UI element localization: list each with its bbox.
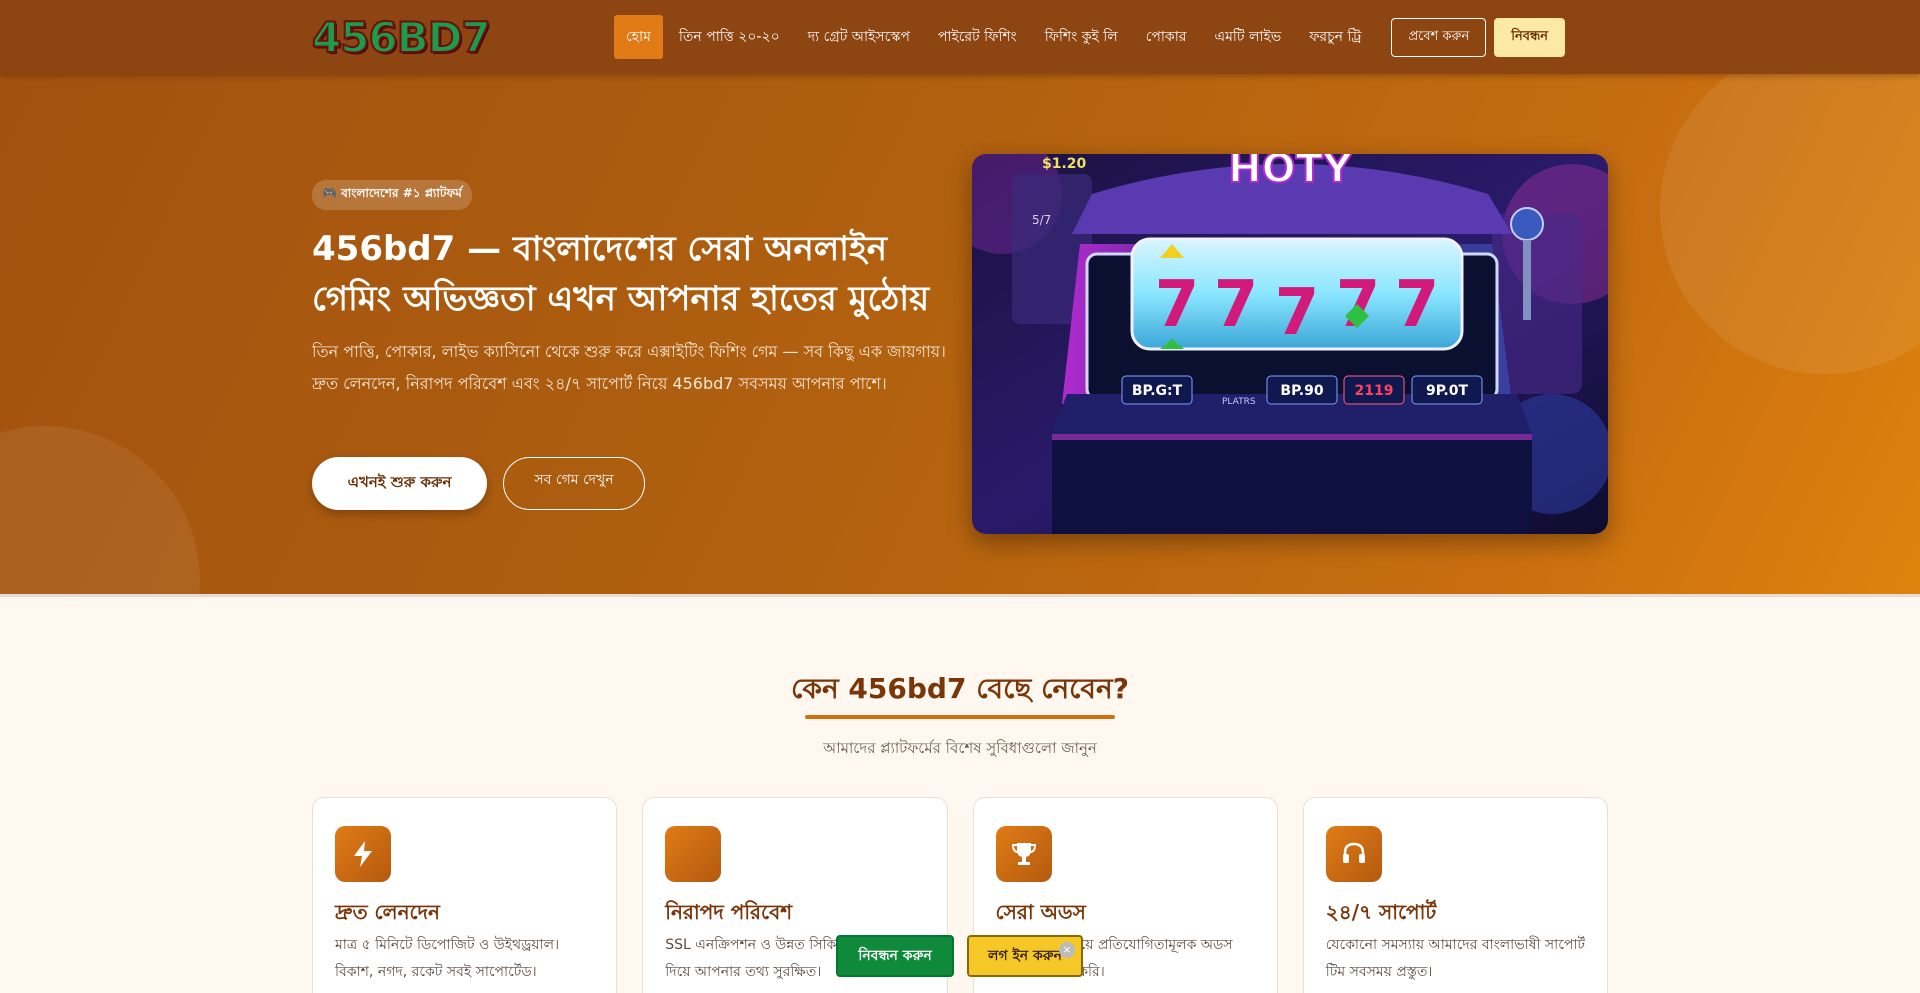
svg-text:7: 7 — [1214, 268, 1259, 342]
platform-badge: 🎮 বাংলাদেশের #১ প্ল্যাটফর্ম — [312, 180, 472, 210]
feature-cards: দ্রুত লেনদেন মাত্র ৫ মিনিটে ডিপোজিট ও উই… — [312, 797, 1608, 993]
lightning-icon — [335, 826, 391, 882]
top-navbar: 456BD7 হোম তিন পাত্তি ২০-২০ দ্য গ্রেট আই… — [0, 0, 1920, 74]
feature-title: ২৪/৭ সাপোর্ট — [1325, 900, 1437, 924]
menu-item-pirate-fishing[interactable]: পাইরেট ফিশিং — [926, 15, 1029, 59]
feature-text: মাত্র ৫ মিনিটে ডিপোজিট ও উইথড্রয়াল। বিক… — [335, 937, 560, 980]
feature-card: দ্রুত লেনদেন মাত্র ৫ মিনিটে ডিপোজিট ও উই… — [312, 797, 618, 993]
register-button[interactable]: নিবন্ধন — [1494, 17, 1566, 57]
decorative-circle — [0, 426, 200, 594]
svg-text:$1.20: $1.20 — [1042, 156, 1087, 172]
features-section: কেন 456bd7 বেছে নেবেন? আমাদের প্ল্যাটফর্… — [0, 594, 1920, 993]
menu-item-fishing-kui-li[interactable]: ফিশিং কুই লি — [1033, 15, 1130, 59]
title-underline — [805, 715, 1115, 719]
svg-text:BP.G:T: BP.G:T — [1132, 383, 1183, 399]
floating-register-button[interactable]: নিবন্ধন করুন — [836, 935, 954, 977]
headset-icon — [1325, 826, 1382, 882]
close-icon[interactable]: × — [1059, 942, 1075, 958]
menu-item-great-icescape[interactable]: দ্য গ্রেট আইসস্কেপ — [796, 15, 922, 59]
shield-icon — [665, 826, 722, 882]
slot-sign-text: HOTY — [1228, 154, 1353, 192]
hero-description: তিন পাত্তি, পোকার, লাইভ ক্যাসিনো থেকে শু… — [312, 342, 946, 393]
svg-text:7: 7 — [1155, 268, 1200, 342]
menu-item-home[interactable]: হোম — [614, 15, 663, 59]
svg-text:7: 7 — [1275, 276, 1320, 350]
feature-title: দ্রুত লেনদেন — [335, 900, 440, 924]
trophy-icon — [995, 826, 1052, 882]
feature-card: ২৪/৭ সাপোর্ট যেকোনো সমস্যায় আমাদের বাংল… — [1302, 797, 1608, 993]
main-menu: হোম তিন পাত্তি ২০-২০ দ্য গ্রেট আইসস্কেপ … — [614, 15, 1377, 59]
svg-text:BP.90: BP.90 — [1280, 383, 1323, 399]
slot-machine-image: 7 7 7 7 7 HOTY $1.20 5/7 BP.G:T BP.90 21… — [972, 154, 1608, 534]
feature-title: নিরাপদ পরিবেশ — [665, 900, 793, 924]
menu-item-mt-live[interactable]: এমটি লাইভ — [1202, 15, 1293, 59]
feature-text: যেকোনো সমস্যায় আমাদের বাংলাভাষী সাপোর্ট… — [1325, 937, 1586, 980]
svg-text:5/7: 5/7 — [1032, 213, 1051, 227]
menu-item-teen-patti[interactable]: তিন পাত্তি ২০-২০ — [667, 15, 792, 59]
svg-text:PLATRS: PLATRS — [1222, 397, 1256, 407]
view-all-games-button[interactable]: সব গেম দেখুন — [503, 457, 645, 510]
login-button[interactable]: প্রবেশ করুন — [1391, 17, 1487, 57]
svg-text:7: 7 — [1395, 268, 1440, 342]
features-title: কেন 456bd7 বেছে নেবেন? — [791, 672, 1129, 705]
feature-title: সেরা অডস — [995, 900, 1086, 924]
svg-text:2119: 2119 — [1355, 383, 1394, 399]
features-subtitle: আমাদের প্ল্যাটফর্মের বিশেষ সুবিধাগুলো জা… — [823, 739, 1097, 757]
menu-item-fortune-tree[interactable]: ফরচুন ট্রি — [1297, 15, 1373, 59]
hero-title: 456bd7 — বাংলাদেশের সেরা অনলাইন গেমিং অভ… — [312, 229, 930, 319]
hero-section: 🎮 বাংলাদেশের #১ প্ল্যাটফর্ম 456bd7 — বাং… — [0, 74, 1920, 594]
svg-text:9P.0T: 9P.0T — [1426, 383, 1468, 399]
start-now-button[interactable]: এখনই শুরু করুন — [312, 457, 487, 510]
menu-item-poker[interactable]: পোকার — [1134, 15, 1199, 59]
decorative-circle — [1660, 74, 1920, 374]
site-logo[interactable]: 456BD7 — [311, 12, 492, 63]
